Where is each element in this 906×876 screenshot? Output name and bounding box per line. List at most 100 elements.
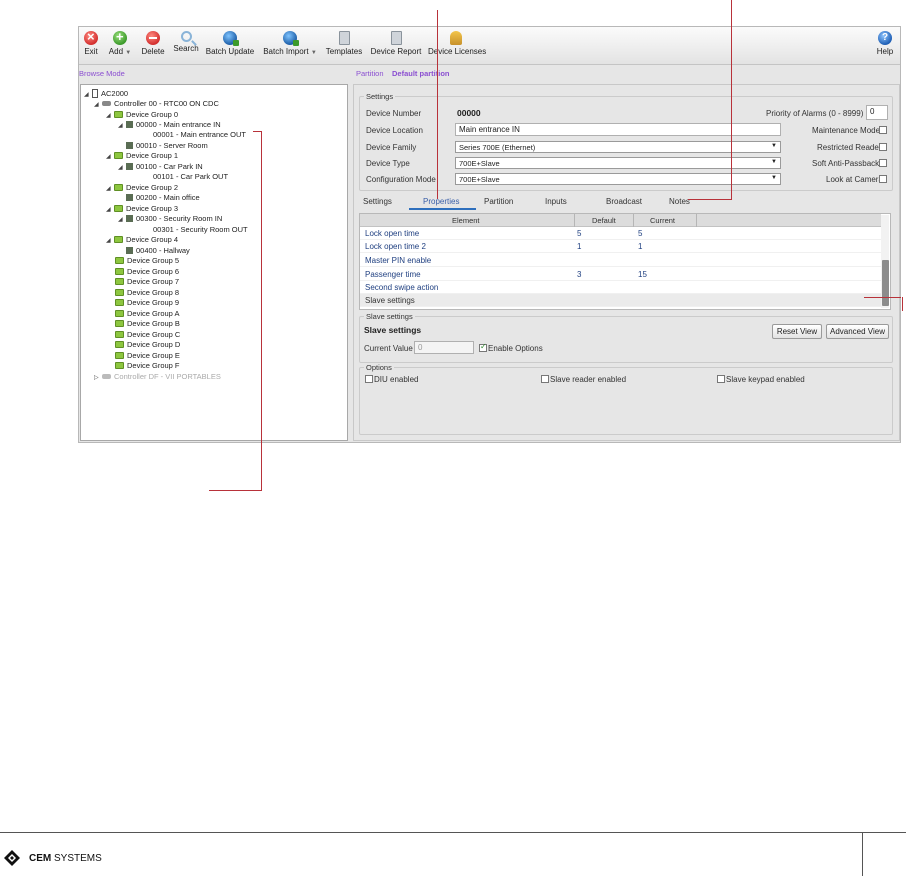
logo-wordmark: CEM SYSTEMS (29, 853, 102, 864)
batch-update-button[interactable]: Batch Update (205, 31, 255, 63)
device-number-value: 00000 (457, 108, 481, 118)
tree-device-group[interactable]: ◢ Device Group 4 (106, 235, 178, 246)
help-button[interactable]: ? Help (876, 31, 894, 63)
row-element: Lock open time (365, 229, 420, 238)
toolbar: Exit Add ▼ Delete Search Batch Update Ba… (79, 27, 900, 65)
restricted-reader-label: Restricted Reader (817, 143, 882, 152)
tree-device-group[interactable]: Device Group 7 (115, 277, 179, 287)
dropdown-arrow-icon: ▼ (771, 159, 777, 165)
configuration-mode-select[interactable]: 700E+Slave ▼ (455, 173, 781, 185)
dropdown-arrow-icon: ▼ (771, 143, 777, 149)
tree-device[interactable]: 00301 - Security Room OUT (153, 225, 248, 235)
table-row[interactable]: Master PIN enable (360, 254, 881, 267)
callout-line-properties (437, 10, 438, 199)
templates-icon (338, 31, 350, 45)
exit-icon (84, 29, 98, 45)
delete-button[interactable]: Delete (141, 31, 165, 63)
tree-device[interactable]: 00001 - Main entrance OUT (153, 130, 246, 140)
tree-device-group[interactable]: Device Group 6 (115, 267, 179, 277)
row-default: 1 (577, 242, 582, 251)
device-location-input[interactable]: Main entrance IN (455, 123, 781, 136)
callout-line-slave-settings-vertical (902, 297, 903, 311)
tree-controller[interactable]: ◢ Controller 00 - RTC00 ON CDC (94, 99, 219, 110)
device-type-select[interactable]: 700E+Slave ▼ (455, 157, 781, 169)
tree-device-group[interactable]: ◢ Device Group 1 (106, 151, 178, 162)
tree-device[interactable]: ◢ 00300 - Security Room IN (118, 214, 222, 225)
tree-device-group[interactable]: Device Group C (115, 330, 180, 340)
tab-broadcast[interactable]: Broadcast (606, 197, 642, 206)
tab-properties[interactable]: Properties (423, 197, 459, 206)
tab-inputs[interactable]: Inputs (545, 197, 567, 206)
table-row[interactable]: Second swipe action (360, 281, 881, 294)
callout-line-notes-horizontal (688, 199, 732, 200)
partition-value[interactable]: Default partition (392, 69, 450, 78)
reset-view-button[interactable]: Reset View (772, 324, 822, 339)
options-group-title: Options (364, 363, 394, 372)
slave-settings-group-title: Slave settings (364, 312, 415, 321)
slave-keypad-enabled-checkbox[interactable] (717, 375, 725, 383)
table-row[interactable]: Lock open time 5 5 (360, 227, 881, 240)
tree-device-group[interactable]: Device Group F (115, 361, 180, 371)
folder-icon (115, 320, 124, 327)
folder-icon (115, 257, 124, 264)
device-icon (126, 247, 133, 254)
folder-icon (114, 111, 123, 118)
device-family-select[interactable]: Series 700E (Ethernet) ▼ (455, 141, 781, 153)
device-location-label: Device Location (366, 126, 423, 135)
tree-device-group[interactable]: Device Group D (115, 340, 180, 350)
keys-icon (450, 31, 462, 45)
restricted-reader-checkbox[interactable] (879, 143, 887, 151)
current-value-input[interactable]: 0 (414, 341, 474, 354)
tree-device-group[interactable]: Device Group 8 (115, 288, 179, 298)
column-header-current[interactable]: Current (650, 216, 675, 225)
column-header-element[interactable]: Element (452, 216, 480, 225)
search-icon (180, 31, 192, 42)
maintenance-mode-checkbox[interactable] (879, 126, 887, 134)
properties-grid: Element Default Current Lock open time 5… (359, 213, 891, 310)
browse-mode-label[interactable]: Browse Mode (79, 69, 125, 78)
tree-controller[interactable]: ▷ Controller DF - VII PORTABLES (94, 372, 221, 383)
device-report-button[interactable]: Device Report (370, 31, 422, 63)
dropdown-arrow-icon: ▼ (771, 175, 777, 181)
priority-input[interactable]: 0 (866, 105, 888, 120)
folder-icon (115, 352, 124, 359)
tab-partition[interactable]: Partition (484, 197, 513, 206)
slave-reader-enabled-checkbox[interactable] (541, 375, 549, 383)
add-button[interactable]: Add ▼ (107, 29, 133, 63)
tree-device[interactable]: 00010 - Server Room (126, 141, 208, 151)
tree-device[interactable]: 00200 - Main office (126, 193, 200, 203)
slave-settings-heading: Slave settings (364, 325, 422, 335)
folder-icon (115, 341, 124, 348)
tree-device-group[interactable]: Device Group E (115, 351, 180, 361)
server-icon (92, 89, 98, 98)
search-button[interactable]: Search (173, 31, 199, 63)
table-row[interactable]: Passenger time 3 15 (360, 268, 881, 281)
tree-device-group[interactable]: Device Group 5 (115, 256, 179, 266)
tree-device[interactable]: 00400 - Hallway (126, 246, 190, 256)
tree-device-group[interactable]: Device Group 9 (115, 298, 179, 308)
row-element: Master PIN enable (365, 256, 432, 265)
tab-settings[interactable]: Settings (363, 197, 392, 206)
table-row-selected[interactable]: Slave settings (360, 294, 881, 307)
enable-options-label: Enable Options (488, 344, 543, 353)
batch-import-button[interactable]: Batch Import ▼ (262, 31, 318, 63)
folder-icon (115, 331, 124, 338)
table-row[interactable]: Lock open time 2 1 1 (360, 240, 881, 253)
diu-enabled-checkbox[interactable] (365, 375, 373, 383)
enable-options-checkbox[interactable] (479, 342, 487, 352)
exit-button[interactable]: Exit (83, 29, 99, 63)
tab-notes[interactable]: Notes (669, 197, 690, 206)
callout-line-slave-settings (864, 297, 901, 298)
maintenance-mode-label: Maintenance Mode (812, 126, 881, 135)
look-at-camera-checkbox[interactable] (879, 175, 887, 183)
tree-device-group[interactable]: Device Group B (115, 319, 180, 329)
templates-button[interactable]: Templates (324, 31, 364, 63)
device-tree: ◢ AC2000 ◢ Controller 00 - RTC00 ON CDC ◢ D… (80, 84, 348, 441)
soft-anti-passback-checkbox[interactable] (879, 159, 887, 167)
advanced-view-button[interactable]: Advanced View (826, 324, 889, 339)
tree-device[interactable]: 00101 - Car Park OUT (153, 172, 228, 182)
tree-device-group[interactable]: Device Group A (115, 309, 180, 319)
grid-scrollbar-thumb[interactable] (882, 260, 889, 306)
row-element: Lock open time 2 (365, 242, 426, 251)
column-header-default[interactable]: Default (592, 216, 616, 225)
